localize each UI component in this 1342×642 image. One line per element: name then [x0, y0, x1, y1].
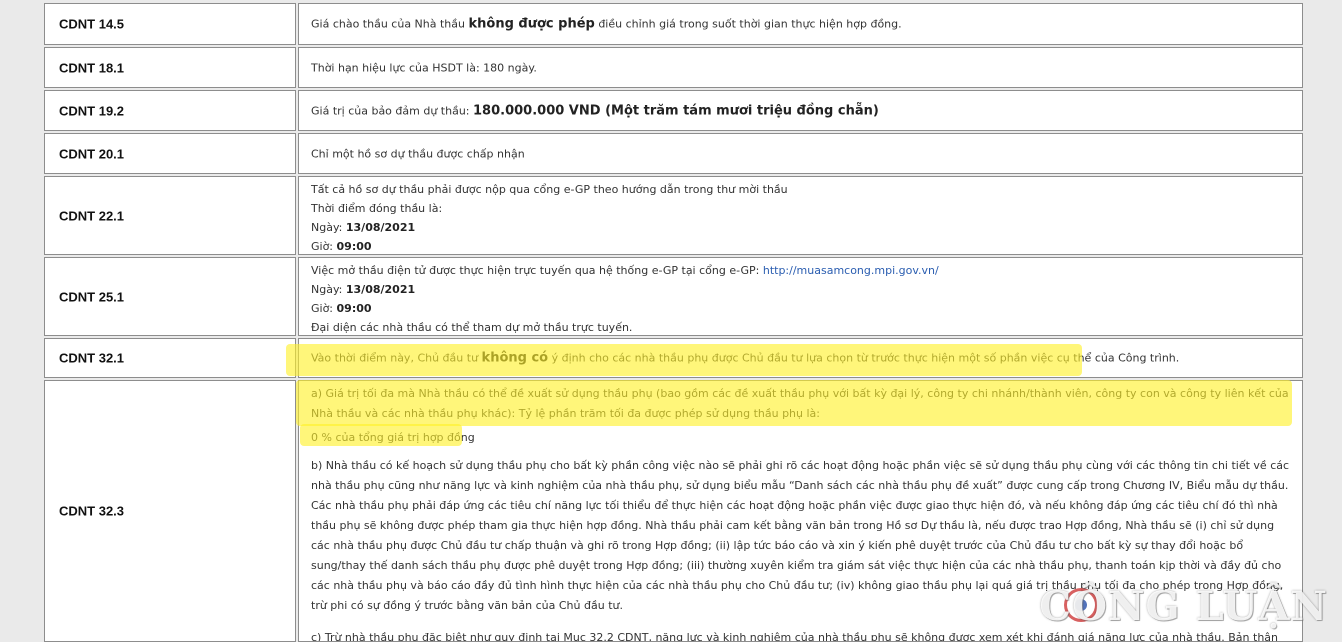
row-content-cell: Chỉ một hồ sơ dự thầu được chấp nhận [298, 133, 1303, 174]
content-emphasis: không được phép [468, 16, 595, 32]
content-line: Đại diện các nhà thầu có thể tham dự mở … [311, 321, 633, 334]
row-label-cell: CDNT 20.1 [44, 133, 296, 174]
date-label: Ngày: [311, 283, 346, 296]
row-label: CDNT 32.3 [59, 503, 125, 519]
row-label-cell: CDNT 22.1 [44, 176, 296, 255]
row-content: Thời hạn hiệu lực của HSDT là: 180 ngày. [311, 61, 537, 74]
time-value: 09:00 [336, 302, 372, 315]
content-paragraph: a) Giá trị tối đa mà Nhà thầu có thể đề … [311, 387, 1289, 420]
time-label: Giờ: [311, 240, 337, 253]
date-line: Ngày: 13/08/2021 [311, 218, 1292, 237]
row-content: Tất cả hồ sơ dự thầu phải được nộp qua c… [311, 180, 1292, 256]
table-row: CDNT 19.2 Giá trị của bảo đảm dự thầu: 1… [44, 90, 1303, 131]
time-line: Giờ: 09:00 [311, 299, 1292, 318]
content-paragraph: 0 % của tổng giá trị hợp đồng [311, 431, 475, 444]
content-line: Việc mở thầu điện tử được thực hiện trực… [311, 261, 1292, 280]
content-line: Thời điểm đóng thầu là: [311, 202, 443, 215]
content-text: Việc mở thầu điện tử được thực hiện trực… [311, 264, 763, 277]
row-content: Giá chào thầu của Nhà thầu không được ph… [311, 15, 1292, 34]
row-label: CDNT 32.1 [59, 350, 125, 366]
row-label-cell: CDNT 32.3 [44, 380, 296, 642]
row-content-cell: Giá trị của bảo đảm dự thầu: 180.000.000… [298, 90, 1303, 131]
table-row: CDNT 14.5 Giá chào thầu của Nhà thầu khô… [44, 3, 1303, 45]
row-label: CDNT 20.1 [59, 146, 125, 161]
row-content: Vào thời điểm này, Chủ đầu tư không có ý… [311, 349, 1292, 368]
content-line: Tất cả hồ sơ dự thầu phải được nộp qua c… [311, 183, 788, 196]
watermark-logo: CÔNG LUẬN [1039, 583, 1328, 630]
row-content-cell: Giá chào thầu của Nhà thầu không được ph… [298, 3, 1303, 45]
content-emphasis: 180.000.000 VND (Một trăm tám mươi triệu… [473, 103, 879, 118]
row-content: Việc mở thầu điện tử được thực hiện trực… [311, 261, 1292, 337]
table-row: CDNT 32.1 Vào thời điểm này, Chủ đầu tư … [44, 338, 1303, 378]
time-value: 09:00 [336, 240, 372, 253]
date-line: Ngày: 13/08/2021 [311, 280, 1292, 299]
table-row: CDNT 25.1 Việc mở thầu điện tử được thực… [44, 257, 1303, 336]
content-text: Giá trị của bảo đảm dự thầu: [311, 104, 473, 117]
date-label: Ngày: [311, 221, 346, 234]
row-label-cell: CDNT 32.1 [44, 338, 296, 378]
row-label: CDNT 25.1 [59, 289, 125, 304]
content-emphasis: không có [481, 350, 549, 366]
date-value: 13/08/2021 [345, 221, 416, 234]
row-label-cell: CDNT 19.2 [44, 90, 296, 131]
egp-portal-link[interactable]: http://muasamcong.mpi.gov.vn/ [763, 264, 939, 277]
table-row: CDNT 20.1 Chỉ một hồ sơ dự thầu được chấ… [44, 133, 1303, 174]
row-label: CDNT 19.2 [59, 103, 125, 118]
row-content-cell: Tất cả hồ sơ dự thầu phải được nộp qua c… [298, 176, 1303, 255]
content-text: Giá chào thầu của Nhà thầu [311, 17, 469, 31]
row-content-cell: Việc mở thầu điện tử được thực hiện trực… [298, 257, 1303, 336]
row-label-cell: CDNT 18.1 [44, 47, 296, 88]
content-text: ý định cho các nhà thầu phụ được Chủ đầu… [548, 351, 1180, 365]
time-line: Giờ: 09:00 [311, 237, 1292, 256]
table-row: CDNT 22.1 Tất cả hồ sơ dự thầu phải được… [44, 176, 1303, 255]
time-label: Giờ: [311, 302, 337, 315]
row-content: Giá trị của bảo đảm dự thầu: 180.000.000… [311, 101, 1292, 120]
content-text: Vào thời điểm này, Chủ đầu tư [311, 351, 482, 365]
table-row: CDNT 18.1 Thời hạn hiệu lực của HSDT là:… [44, 47, 1303, 88]
row-label-cell: CDNT 14.5 [44, 3, 296, 45]
content-paragraph: c) Trừ nhà thầu phụ đặc biệt như quy địn… [311, 631, 1279, 642]
row-content: Chỉ một hồ sơ dự thầu được chấp nhận [311, 147, 525, 160]
content-text: điều chỉnh giá trong suốt thời gian thực… [594, 17, 902, 31]
row-label: CDNT 22.1 [59, 208, 125, 223]
row-content-cell: Vào thời điểm này, Chủ đầu tư không có ý… [298, 338, 1303, 378]
date-value: 13/08/2021 [345, 283, 416, 296]
row-content-cell: Thời hạn hiệu lực của HSDT là: 180 ngày. [298, 47, 1303, 88]
row-label: CDNT 18.1 [59, 60, 125, 75]
document-page: CDNT 14.5 Giá chào thầu của Nhà thầu khô… [0, 0, 1342, 642]
row-label: CDNT 14.5 [59, 16, 125, 32]
row-label-cell: CDNT 25.1 [44, 257, 296, 336]
